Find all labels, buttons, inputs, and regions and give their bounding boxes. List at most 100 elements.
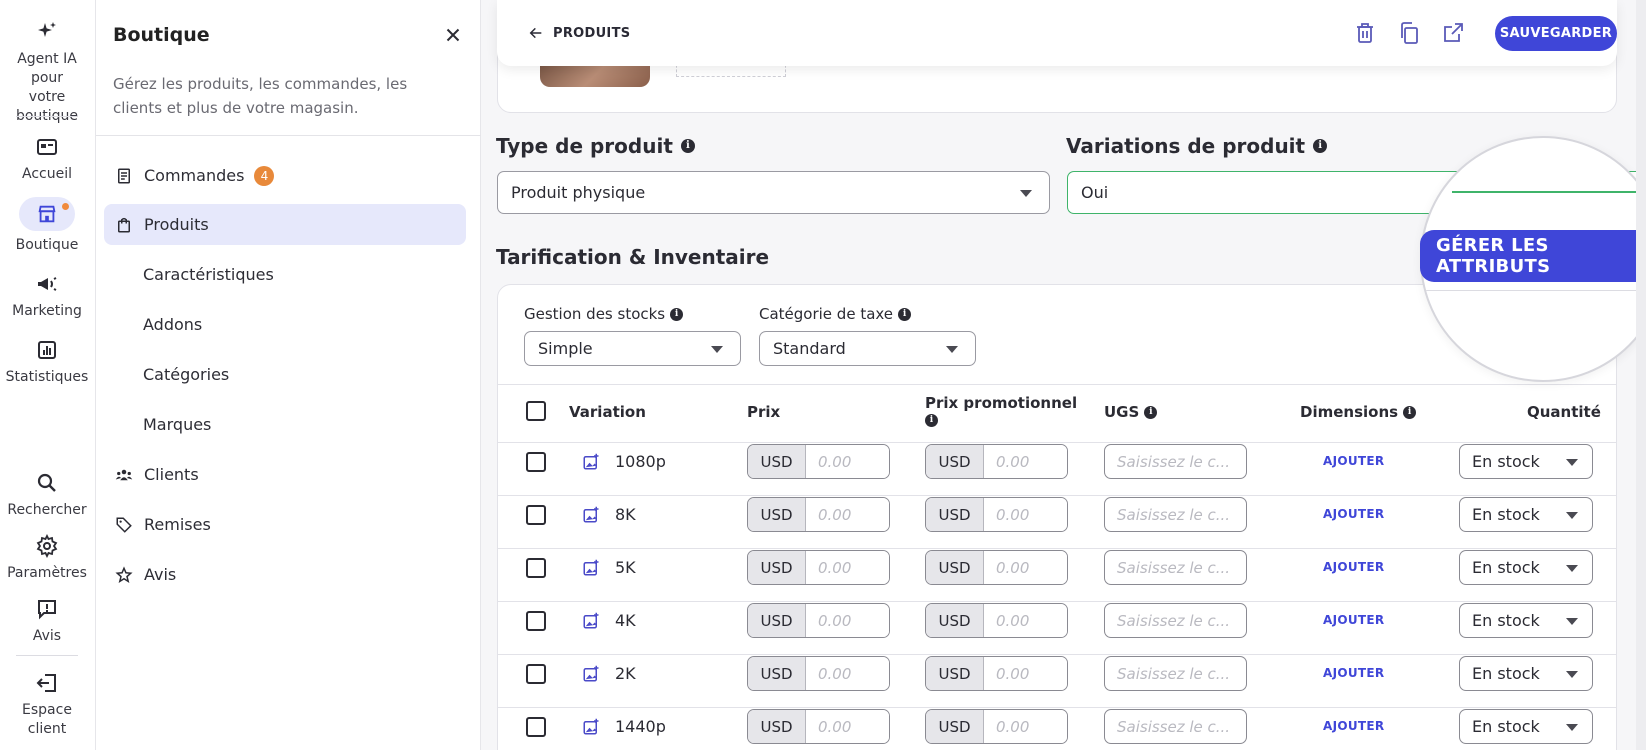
copy-icon[interactable] <box>1397 21 1421 45</box>
image-add-icon[interactable] <box>582 559 600 577</box>
sku-input[interactable]: Saisissez le c... <box>1104 656 1247 691</box>
price-input[interactable]: USD 0.00 <box>747 656 890 691</box>
nav-item-clients[interactable]: Clients <box>104 454 466 495</box>
price-input[interactable]: USD 0.00 <box>747 709 890 744</box>
price-input[interactable]: USD 0.00 <box>747 497 890 532</box>
image-add-icon[interactable] <box>582 612 600 630</box>
quantity-select[interactable]: En stock <box>1459 497 1593 532</box>
rail-item-marketing[interactable]: Marketing <box>0 272 94 321</box>
rail-item-home[interactable]: Accueil <box>0 135 94 184</box>
store-panel: Boutique Gérez les produits, les command… <box>96 0 481 750</box>
promo-price-input[interactable]: USD 0.00 <box>925 603 1068 638</box>
rail-item-stats[interactable]: Statistiques <box>0 338 94 387</box>
promo-price-placeholder[interactable]: 0.00 <box>984 604 1067 637</box>
promo-price-input[interactable]: USD 0.00 <box>925 656 1068 691</box>
variations-select-border <box>1452 191 1646 193</box>
add-dimensions-link[interactable]: AJOUTER <box>1323 560 1384 574</box>
price-placeholder[interactable]: 0.00 <box>806 604 889 637</box>
nav-item-features[interactable]: Caractéristiques <box>104 254 466 295</box>
promo-price-placeholder[interactable]: 0.00 <box>984 498 1067 531</box>
chevron-down-icon <box>946 345 958 353</box>
info-icon[interactable]: i <box>670 307 684 321</box>
col-header-promo-price: Prix promotionnel i <box>925 392 1077 427</box>
price-placeholder[interactable]: 0.00 <box>806 445 889 478</box>
image-add-icon[interactable] <box>582 718 600 736</box>
add-dimensions-link[interactable]: AJOUTER <box>1323 666 1384 680</box>
price-placeholder[interactable]: 0.00 <box>806 710 889 743</box>
promo-price-input[interactable]: USD 0.00 <box>925 497 1068 532</box>
quantity-select[interactable]: En stock <box>1459 656 1593 691</box>
nav-item-brands[interactable]: Marques <box>104 404 466 445</box>
scrollbar-track[interactable] <box>1636 0 1646 750</box>
rail-item-store[interactable]: Boutique <box>0 197 94 255</box>
select-all-checkbox[interactable] <box>526 401 546 421</box>
row-checkbox[interactable] <box>526 452 546 472</box>
nav-item-reviews[interactable]: Avis <box>104 554 466 595</box>
promo-price-placeholder[interactable]: 0.00 <box>984 657 1067 690</box>
price-input[interactable]: USD 0.00 <box>747 550 890 585</box>
info-icon[interactable]: i <box>925 414 938 427</box>
sku-input[interactable]: Saisissez le c... <box>1104 603 1247 638</box>
image-add-icon[interactable] <box>582 453 600 471</box>
quantity-select[interactable]: En stock <box>1459 550 1593 585</box>
row-checkbox[interactable] <box>526 611 546 631</box>
external-link-icon[interactable] <box>1441 21 1465 45</box>
sku-input[interactable]: Saisissez le c... <box>1104 497 1247 532</box>
add-dimensions-link[interactable]: AJOUTER <box>1323 719 1384 733</box>
stock-management-select[interactable]: Simple <box>524 331 741 366</box>
promo-price-input[interactable]: USD 0.00 <box>925 709 1068 744</box>
rail-divider <box>16 116 78 117</box>
nav-item-orders[interactable]: Commandes 4 <box>104 155 466 196</box>
currency-label: USD <box>748 604 806 637</box>
info-icon[interactable]: i <box>1313 139 1328 153</box>
sku-input[interactable]: Saisissez le c... <box>1104 709 1247 744</box>
info-icon[interactable]: i <box>1144 405 1158 419</box>
info-icon[interactable]: i <box>680 139 695 153</box>
trash-icon[interactable] <box>1353 21 1377 45</box>
nav-item-discounts[interactable]: Remises <box>104 504 466 545</box>
rail-item-settings[interactable]: Paramètres <box>0 533 94 583</box>
add-dimensions-link[interactable]: AJOUTER <box>1323 454 1384 468</box>
row-checkbox[interactable] <box>526 664 546 684</box>
nav-item-addons[interactable]: Addons <box>104 304 466 345</box>
price-input[interactable]: USD 0.00 <box>747 444 890 479</box>
sku-input[interactable]: Saisissez le c... <box>1104 444 1247 479</box>
image-add-icon[interactable] <box>582 665 600 683</box>
rail-item-ai-agent[interactable]: Agent IA pour votre boutique <box>0 20 94 126</box>
nav-item-products[interactable]: Produits <box>104 204 466 245</box>
quantity-select[interactable]: En stock <box>1459 603 1593 638</box>
nav-item-categories[interactable]: Catégories <box>104 354 466 395</box>
quantity-select[interactable]: En stock <box>1459 709 1593 744</box>
manage-attributes-button[interactable]: GÉRER LES ATTRIBUTS <box>1420 230 1646 282</box>
price-placeholder[interactable]: 0.00 <box>806 551 889 584</box>
quantity-select[interactable]: En stock <box>1459 444 1593 479</box>
back-to-products-link[interactable]: PRODUITS <box>527 25 630 41</box>
row-checkbox[interactable] <box>526 505 546 525</box>
price-input[interactable]: USD 0.00 <box>747 603 890 638</box>
rail-item-client-space[interactable]: Espace client <box>0 671 94 739</box>
save-button[interactable]: SAUVEGARDER <box>1495 16 1617 51</box>
rail-item-search[interactable]: Rechercher <box>0 471 94 520</box>
promo-price-placeholder[interactable]: 0.00 <box>984 710 1067 743</box>
rail-label-store: Boutique <box>15 237 79 253</box>
product-type-select[interactable]: Produit physique <box>497 171 1050 214</box>
add-dimensions-link[interactable]: AJOUTER <box>1323 613 1384 627</box>
product-type-value: Produit physique <box>511 183 646 202</box>
info-icon[interactable]: i <box>898 307 912 321</box>
tax-category-select[interactable]: Standard <box>759 331 976 366</box>
image-add-icon[interactable] <box>582 506 600 524</box>
row-checkbox[interactable] <box>526 558 546 578</box>
promo-price-placeholder[interactable]: 0.00 <box>984 445 1067 478</box>
info-icon[interactable]: i <box>1403 405 1417 419</box>
price-placeholder[interactable]: 0.00 <box>806 498 889 531</box>
add-dimensions-link[interactable]: AJOUTER <box>1323 507 1384 521</box>
promo-price-input[interactable]: USD 0.00 <box>925 444 1068 479</box>
close-icon[interactable] <box>442 24 464 46</box>
row-checkbox[interactable] <box>526 717 546 737</box>
sku-input[interactable]: Saisissez le c... <box>1104 550 1247 585</box>
tax-category-value: Standard <box>773 339 846 358</box>
price-placeholder[interactable]: 0.00 <box>806 657 889 690</box>
promo-price-placeholder[interactable]: 0.00 <box>984 551 1067 584</box>
rail-item-feedback[interactable]: Avis <box>0 597 94 646</box>
promo-price-input[interactable]: USD 0.00 <box>925 550 1068 585</box>
